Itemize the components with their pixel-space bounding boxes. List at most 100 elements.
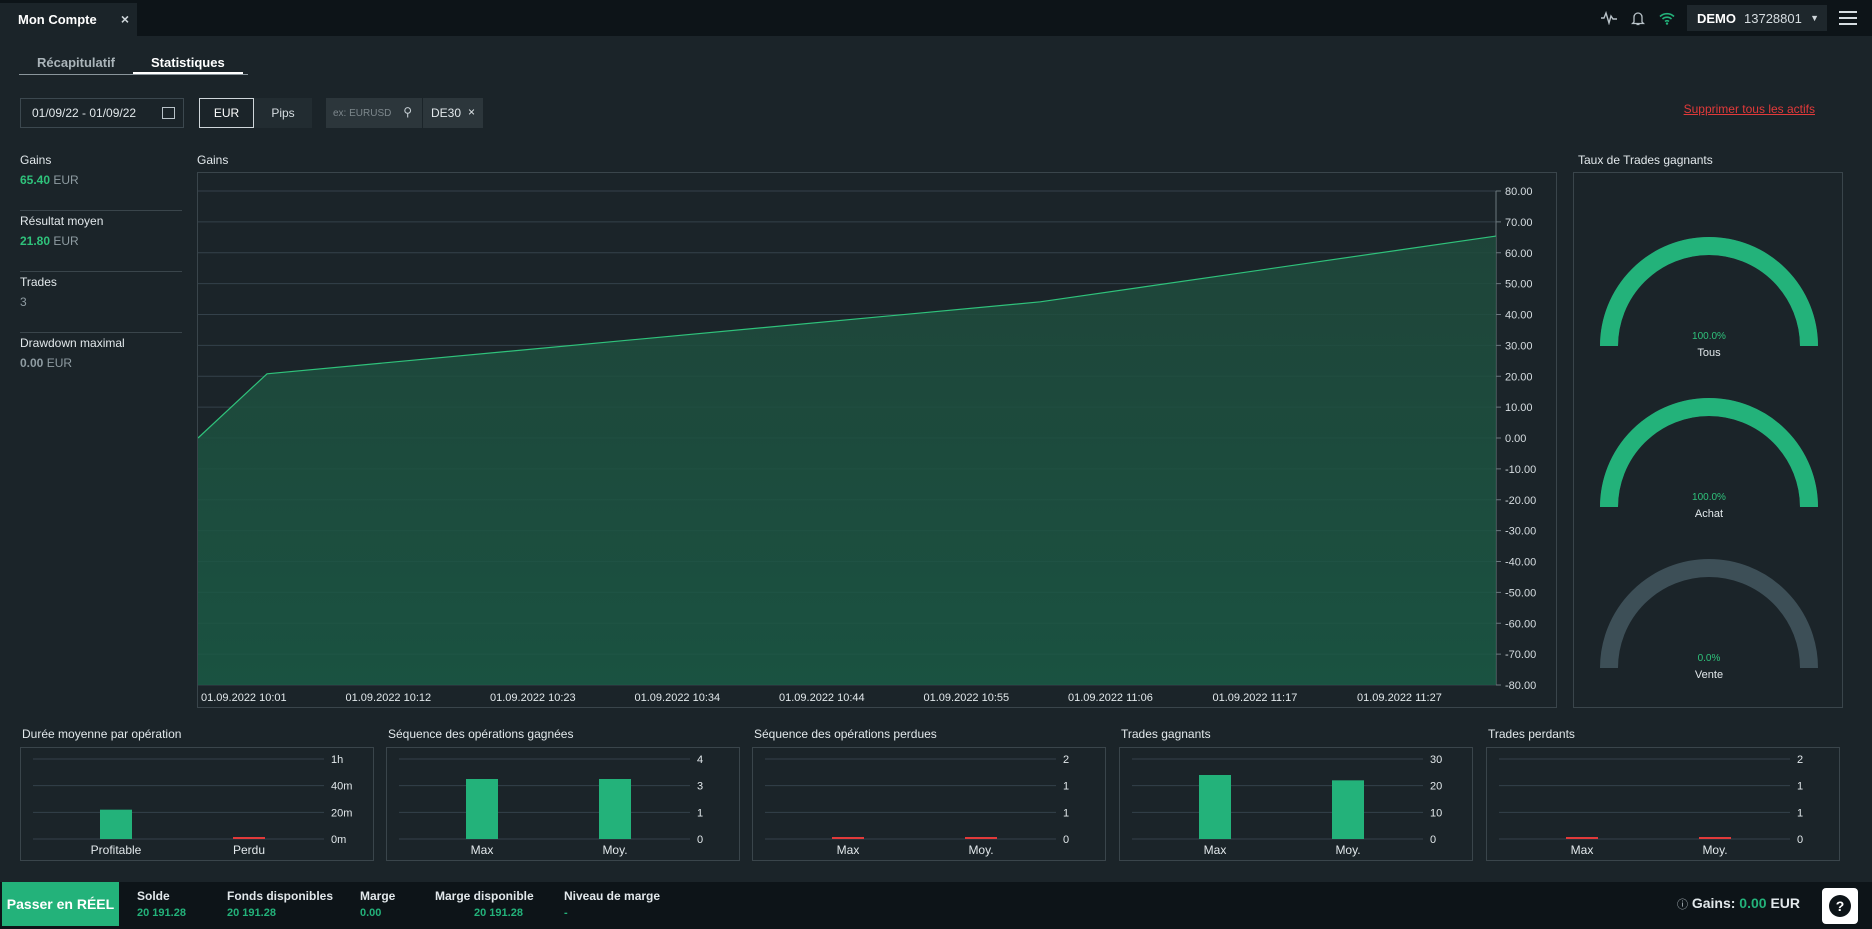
delete-all-link[interactable]: Supprimer tous les actifs [1684, 102, 1815, 116]
category-label: Max [1204, 843, 1227, 857]
y-tick-label: -10.00 [1505, 464, 1536, 476]
bar [466, 779, 498, 839]
tab-mon-compte[interactable]: Mon Compte × [0, 3, 137, 36]
chevron-down-icon: ▼ [1810, 13, 1819, 23]
y-tick-label: 20.00 [1505, 371, 1533, 383]
small-bar-chart: 2 1 1 0 Max Moy. [1499, 754, 1803, 857]
category-label: Max [1571, 843, 1594, 857]
y-tick-label: 1 [1797, 781, 1803, 793]
x-tick-label: 01.09.2022 10:44 [779, 692, 865, 704]
top-right-controls: DEMO 13728801 ▼ [1600, 0, 1872, 36]
y-tick-label: -80.00 [1505, 680, 1536, 692]
y-tick-label: 0 [1063, 834, 1069, 846]
bar [233, 837, 265, 839]
y-tick-label: 50.00 [1505, 279, 1533, 291]
hamburger-menu-icon[interactable] [1839, 11, 1857, 25]
category-label: Moy. [968, 843, 993, 857]
gauge-label: Vente [1695, 669, 1723, 681]
info-icon: ⓘ [1676, 899, 1688, 911]
y-tick-label: 0 [697, 834, 703, 846]
y-tick-label: 1h [331, 754, 343, 766]
y-tick-label: -60.00 [1505, 618, 1536, 630]
tab-statistiques[interactable]: Statistiques [133, 52, 243, 74]
app-root: Mon Compte × DEMO 13728801 ▼ Récapitulat… [0, 0, 1872, 929]
category-label: Moy. [602, 843, 627, 857]
y-tick-label: 30.00 [1505, 340, 1533, 352]
bar [1566, 837, 1598, 839]
y-tick-label: 10 [1430, 807, 1442, 819]
small-chart-title: Trades perdants [1488, 727, 1575, 741]
go-real-button[interactable]: Passer en RÉEL [2, 882, 119, 926]
bar [100, 809, 132, 839]
x-tick-label: 01.09.2022 11:17 [1213, 692, 1298, 704]
unit-pips-button[interactable]: Pips [254, 98, 312, 128]
small-bar-chart: 2 1 1 0 Max Moy. [765, 754, 1069, 857]
y-tick-label: -50.00 [1505, 587, 1536, 599]
y-tick-label: 0 [1797, 834, 1803, 846]
stat-label: Drawdown maximal [20, 336, 125, 350]
bell-icon[interactable] [1629, 9, 1647, 27]
gains-chart: 80.00 70.00 60.00 50.00 40.00 30.00 20.00 10.00… [197, 173, 1556, 707]
gauge-value: 0.0% [1698, 653, 1721, 664]
bar [1699, 837, 1731, 839]
tab-title: Mon Compte [18, 12, 97, 27]
gains-chart-title: Gains [197, 153, 229, 167]
small-bar-chart: 30 20 10 0 Max Moy. [1132, 754, 1442, 857]
y-tick-label: 20 [1430, 781, 1442, 793]
gauge-value: 100.0% [1692, 492, 1726, 503]
x-tick-label: 01.09.2022 10:34 [635, 692, 721, 704]
stat-max-drawdown: Drawdown maximal 0.00 EUR [20, 333, 182, 394]
stat-value: 3 [20, 295, 27, 309]
small-bar-chart: 4 3 1 0 Max Moy. [399, 754, 703, 857]
bar [1332, 780, 1364, 839]
date-range-value: 01/09/22 - 01/09/22 [32, 106, 137, 120]
margin-level: Niveau de marge - [564, 889, 661, 919]
stat-trades: Trades 3 [20, 272, 182, 333]
subtabs: Récapitulatif Statistiques [19, 52, 248, 75]
unit-eur-button[interactable]: EUR [199, 98, 254, 128]
small-chart-frame: 1h 40m 20m 0m Profitable Perdu [20, 747, 374, 861]
y-tick-label: 40.00 [1505, 310, 1533, 322]
bar [599, 779, 631, 839]
help-icon: ? [1829, 895, 1851, 917]
gauge-label: Tous [1697, 347, 1721, 359]
stat-label: Gains [20, 153, 52, 167]
date-range-input[interactable]: 01/09/22 - 01/09/22 [20, 98, 184, 128]
margin: Marge 0.00 [360, 889, 396, 919]
calendar-icon[interactable] [162, 107, 175, 119]
y-tick-label: 70.00 [1505, 217, 1533, 229]
instrument-chip[interactable]: DE30 × [423, 98, 483, 128]
tab-recapitulatif[interactable]: Récapitulatif [19, 52, 133, 74]
instrument-search-input[interactable]: ex: EURUSD ⚲ [326, 98, 422, 128]
account-mode: DEMO [1697, 10, 1736, 26]
small-chart-title: Trades gagnants [1121, 727, 1211, 741]
stat-label: Trades [20, 275, 57, 289]
category-label: Perdu [233, 843, 265, 857]
y-tick-label: 40m [331, 781, 352, 793]
y-tick-label: 1 [1063, 807, 1069, 819]
small-chart-title: Séquence des opérations gagnées [388, 727, 574, 741]
stat-label: Résultat moyen [20, 214, 104, 228]
small-chart-title: Séquence des opérations perdues [754, 727, 937, 741]
y-tick-label: 2 [1063, 754, 1069, 766]
category-label: Moy. [1335, 843, 1360, 857]
connection-signal-icon[interactable] [1600, 9, 1618, 27]
y-tick-label: 1 [697, 807, 703, 819]
close-icon[interactable]: × [121, 11, 129, 27]
y-tick-label: 0m [331, 834, 346, 846]
y-tick-label: 1 [1797, 807, 1803, 819]
x-tick-label: 01.09.2022 10:55 [924, 692, 1010, 704]
y-tick-label: -30.00 [1505, 526, 1536, 538]
search-placeholder: ex: EURUSD [333, 107, 392, 119]
category-label: Moy. [1702, 843, 1727, 857]
stat-average-result: Résultat moyen 21.80 EUR [20, 211, 182, 272]
small-chart-title: Durée moyenne par opération [22, 727, 182, 741]
chip-close-icon[interactable]: × [468, 105, 475, 119]
y-tick-label: 4 [697, 754, 703, 766]
help-button[interactable]: ? [1822, 888, 1858, 924]
small-chart-frame: 4 3 1 0 Max Moy. [386, 747, 740, 861]
category-label: Max [837, 843, 860, 857]
y-tick-label: 1 [1063, 781, 1069, 793]
account-selector[interactable]: DEMO 13728801 ▼ [1687, 5, 1827, 31]
search-icon[interactable]: ⚲ [403, 105, 412, 119]
